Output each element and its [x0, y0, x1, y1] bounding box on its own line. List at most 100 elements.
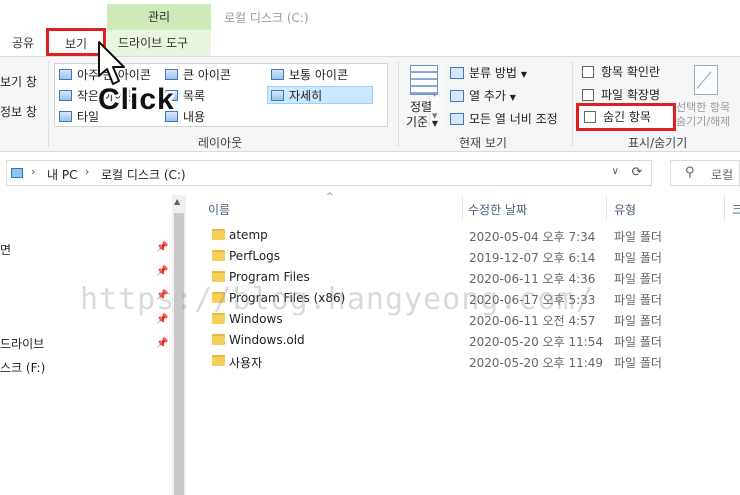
this-pc-icon: [11, 168, 23, 178]
checkbox-icon[interactable]: [582, 89, 594, 101]
sort-by-icon[interactable]: [410, 65, 438, 95]
breadcrumb-this-pc[interactable]: 내 PC: [47, 166, 77, 183]
file-name: PerfLogs: [229, 249, 281, 263]
sort-by-button[interactable]: 기준 ▼: [406, 113, 438, 130]
layout-tiles[interactable]: 타일: [59, 108, 99, 126]
manage-context-tab[interactable]: 관리: [107, 4, 211, 30]
file-name: Windows: [229, 312, 283, 326]
chevron-down-icon: ▼: [431, 119, 439, 128]
file-name: Windows.old: [229, 333, 305, 347]
pin-icon[interactable]: 📌: [156, 290, 168, 301]
hide-selected-label-2[interactable]: 숨기기/해제: [676, 113, 730, 129]
folder-icon: [212, 271, 225, 282]
refresh-icon[interactable]: ⟳: [626, 163, 648, 183]
layout-details[interactable]: 자세히: [267, 86, 373, 104]
nav-item-disk-f[interactable]: 스크 (F:): [0, 359, 45, 376]
checkbox-icon[interactable]: [582, 66, 594, 78]
table-row[interactable]: Program Files 2020-06-11 오후 4:36 파일 폴더: [210, 268, 740, 288]
table-row[interactable]: 사용자 2020-05-20 오후 11:49 파일 폴더: [210, 352, 740, 372]
table-row[interactable]: atemp 2020-05-04 오후 7:34 파일 폴더: [210, 226, 740, 246]
chevron-down-icon: ▼: [520, 70, 527, 79]
file-type: 파일 폴더: [614, 272, 662, 286]
layout-medium-icons[interactable]: 보통 아이콘: [271, 66, 348, 84]
preview-pane-button[interactable]: 보기 창: [0, 73, 37, 90]
layout-large-icons[interactable]: 큰 아이콘: [165, 66, 231, 84]
group-label-layout: 레이아웃: [198, 136, 243, 150]
column-header-modified[interactable]: 수정한 날짜: [468, 201, 527, 218]
add-column-button[interactable]: 열 추가 ▼: [450, 87, 516, 104]
file-modified: 2020-06-11 오전 4:57: [469, 314, 596, 328]
column-separator[interactable]: [462, 196, 463, 220]
fit-columns-button[interactable]: 모든 열 너비 조정: [450, 110, 558, 127]
chevron-right-icon[interactable]: ›: [31, 165, 35, 178]
search-input[interactable]: ⚲ 로컬: [670, 160, 740, 186]
item-checkboxes-toggle[interactable]: 항목 확인란: [582, 64, 660, 82]
large-icons-icon: [165, 69, 178, 80]
extra-large-icons-icon: [59, 69, 72, 80]
folder-icon: [212, 292, 225, 303]
hide-selected-icon[interactable]: [694, 65, 718, 95]
file-name: 사용자: [229, 356, 263, 370]
address-dropdown-icon[interactable]: ∨: [612, 166, 619, 177]
group-separator: [398, 61, 399, 147]
table-row[interactable]: Windows.old 2020-05-20 오후 11:54 파일 폴더: [210, 331, 740, 351]
search-icon: ⚲: [685, 165, 695, 180]
file-modified: 2020-05-20 오후 11:54: [469, 335, 604, 349]
tab-share[interactable]: 공유: [12, 34, 34, 56]
folder-icon: [212, 250, 225, 261]
file-type: 파일 폴더: [614, 230, 662, 244]
group-by-button[interactable]: 분류 방법 ▼: [450, 64, 527, 81]
nav-scrollbar[interactable]: ▲: [172, 195, 186, 495]
mouse-cursor-icon: [98, 41, 125, 85]
column-separator[interactable]: [724, 196, 725, 220]
pin-icon[interactable]: 📌: [156, 242, 168, 253]
address-bar[interactable]: › 내 PC › 로컬 디스크 (C:) ∨: [6, 160, 652, 186]
window-title: 로컬 디스크 (C:): [224, 11, 309, 25]
table-row[interactable]: Windows 2020-06-11 오전 4:57 파일 폴더: [210, 310, 740, 330]
details-pane-button[interactable]: 정보 창: [0, 103, 37, 120]
file-type: 파일 폴더: [614, 293, 662, 307]
click-annotation: Click: [98, 83, 175, 116]
breadcrumb-local-disk[interactable]: 로컬 디스크 (C:): [101, 166, 186, 183]
file-name: Program Files (x86): [229, 291, 346, 305]
nav-item-drive[interactable]: 드라이브: [0, 335, 44, 352]
group-separator: [572, 61, 573, 147]
column-header-name[interactable]: 이름: [208, 201, 230, 218]
small-icons-icon: [59, 90, 72, 101]
column-header-type[interactable]: 유형: [614, 201, 636, 218]
file-name: atemp: [229, 228, 268, 242]
chevron-down-icon: ▼: [509, 93, 516, 102]
file-type: 파일 폴더: [614, 251, 662, 265]
file-type: 파일 폴더: [614, 356, 662, 370]
file-type: 파일 폴더: [614, 314, 662, 328]
tiles-icon: [59, 111, 72, 122]
table-row[interactable]: PerfLogs 2019-12-07 오후 6:14 파일 폴더: [210, 247, 740, 267]
group-by-icon: [450, 67, 464, 79]
add-column-icon: [450, 90, 464, 102]
file-type: 파일 폴더: [614, 335, 662, 349]
nav-scroll-thumb[interactable]: [174, 213, 184, 495]
file-modified: 2020-05-04 오후 7:34: [469, 230, 596, 244]
sort-ascending-icon: ^: [326, 192, 334, 202]
hidden-items-toggle[interactable]: 숨긴 항목: [584, 109, 651, 127]
pin-icon[interactable]: 📌: [156, 338, 168, 349]
scroll-up-icon[interactable]: ▲: [174, 197, 180, 206]
fit-columns-icon: [450, 113, 464, 125]
checkbox-icon[interactable]: [584, 111, 596, 123]
folder-icon: [212, 313, 225, 324]
column-header-size[interactable]: 크: [732, 201, 740, 218]
nav-item-desktop[interactable]: 면: [0, 241, 11, 258]
pin-icon[interactable]: 📌: [156, 266, 168, 277]
column-separator[interactable]: [606, 196, 607, 220]
group-separator: [48, 61, 49, 147]
file-modified: 2020-06-17 오후 5:33: [469, 293, 596, 307]
group-label-show-hide: 표시/숨기기: [628, 136, 688, 150]
details-icon: [271, 90, 284, 101]
folder-icon: [212, 355, 225, 366]
table-row[interactable]: Program Files (x86) 2020-06-17 오후 5:33 파일 …: [210, 289, 740, 309]
chevron-right-icon[interactable]: ›: [85, 165, 89, 178]
group-label-current-view: 현재 보기: [459, 136, 507, 150]
navigation-pane: 📌 면 📌 📌 📌 📌 드라이브 스크 (F:): [0, 195, 172, 495]
pin-icon[interactable]: 📌: [156, 314, 168, 325]
file-modified: 2019-12-07 오후 6:14: [469, 251, 596, 265]
